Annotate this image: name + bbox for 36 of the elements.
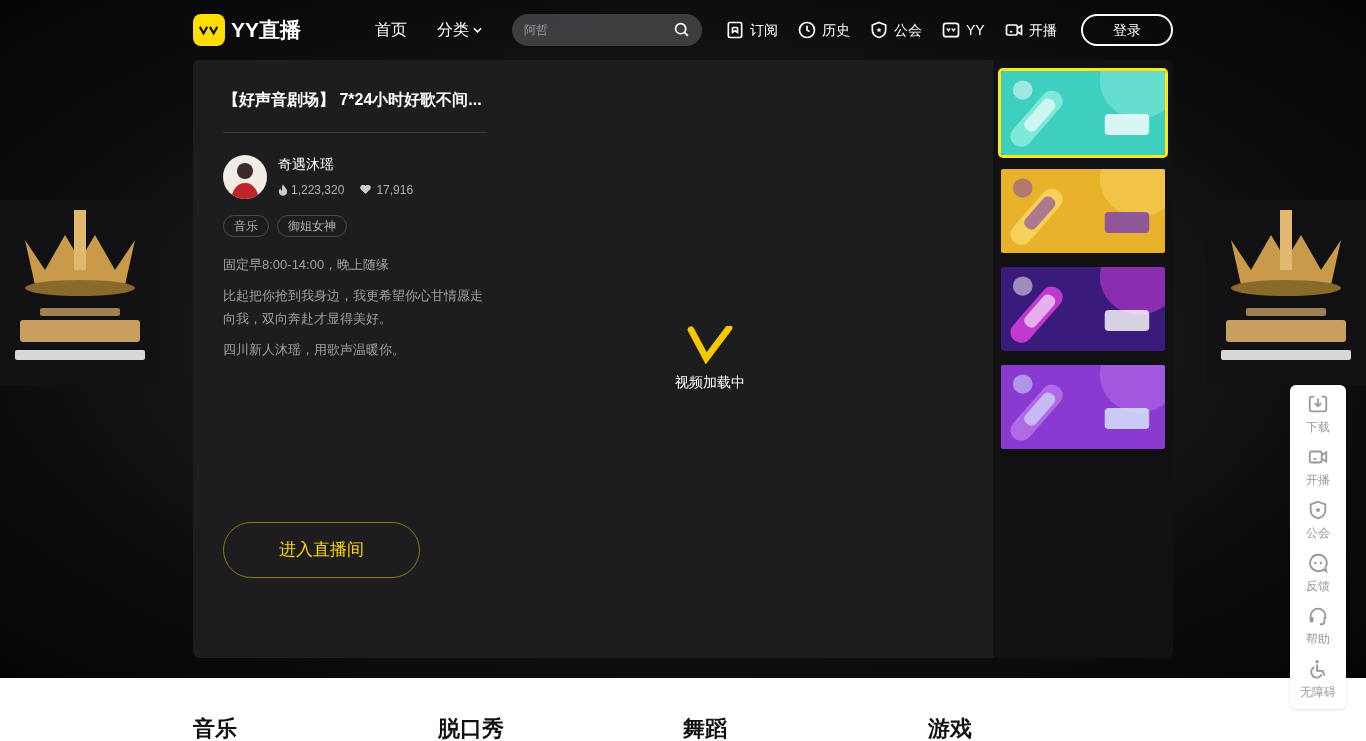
- section-heading: 舞蹈: [683, 716, 727, 741]
- flame-icon: [278, 184, 288, 196]
- clock-icon: [797, 20, 817, 40]
- loading-text: 视频加载中: [675, 372, 745, 392]
- chat-bubble-icon: [1307, 552, 1329, 574]
- headset-icon: [1307, 605, 1329, 627]
- logo-icon: [193, 14, 225, 46]
- nav-link[interactable]: 开播: [1003, 19, 1057, 41]
- nav-link[interactable]: 分类: [437, 18, 482, 42]
- loading-logo-icon: [687, 325, 733, 364]
- room-title: 【好声音剧场】 7*24小时好歌不间...: [223, 88, 487, 133]
- section-heading: 脱口秀: [438, 716, 504, 741]
- shield-star-icon: [1307, 499, 1329, 521]
- nav-link[interactable]: YY: [941, 19, 985, 41]
- streamer-name: 奇遇沐瑶: [278, 155, 335, 174]
- like-count: 17,916: [376, 182, 414, 199]
- section-heading: 游戏: [928, 716, 972, 741]
- nav-link[interactable]: 历史: [797, 19, 850, 41]
- login-button[interactable]: 登录: [1081, 14, 1173, 46]
- shield-star-icon: [869, 20, 889, 40]
- nav-link[interactable]: 公会: [869, 19, 922, 41]
- logo-text[interactable]: YY直播: [231, 14, 301, 46]
- description-text: 比起把你抢到我身边，我更希望你心甘情愿走向我，双向奔赴才显得美好。: [223, 287, 484, 328]
- view-count: 1,223,320: [291, 182, 345, 199]
- nav-link[interactable]: 首页: [375, 18, 407, 42]
- yy-icon: [941, 20, 961, 40]
- search-field[interactable]: 阿哲: [512, 14, 702, 46]
- description-text: 四川新人沐瑶，用歌声温暖你。: [223, 341, 406, 359]
- heart-icon: [360, 185, 372, 195]
- bookmark-icon: [725, 20, 745, 40]
- download-icon: [1307, 393, 1329, 415]
- section-heading: 音乐: [193, 716, 237, 741]
- search-icon[interactable]: [673, 21, 690, 38]
- avatar: [223, 154, 267, 199]
- nav-link[interactable]: 订阅: [725, 19, 778, 41]
- description-text: 固定早8:00-14:00，晚上随缘: [223, 256, 391, 274]
